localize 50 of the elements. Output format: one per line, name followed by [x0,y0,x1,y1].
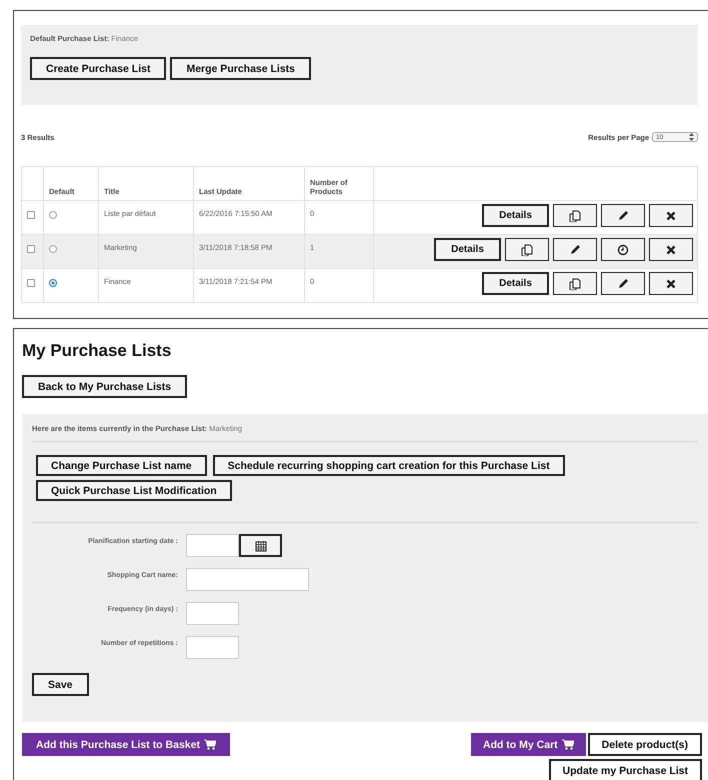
add-to-cart-button[interactable]: Add to My Cart [470,733,586,756]
row-checkbox[interactable] [27,279,35,287]
default-radio[interactable] [49,211,57,219]
input-field[interactable] [186,602,239,625]
close-icon [665,244,677,256]
default-radio[interactable] [49,245,57,253]
calendar-button[interactable] [239,534,282,557]
details-button[interactable]: Details [482,272,549,295]
close-icon [665,210,677,222]
row-checkbox[interactable] [27,211,35,219]
copy-button[interactable] [553,204,597,227]
pencil-icon [569,244,581,256]
copy-button[interactable] [553,272,597,295]
pencil-icon [617,278,629,290]
action-button[interactable]: Merge Purchase Lists [170,57,312,80]
updown-icon [689,133,694,141]
schedule-button[interactable] [601,238,645,261]
edit-button[interactable] [601,272,645,295]
action-button[interactable]: Schedule recurring shopping cart creation for this Purchase List [212,455,565,476]
copy-icon [569,210,581,222]
edit-button[interactable] [553,238,597,261]
cart-icon [562,739,574,750]
input-field[interactable] [186,534,239,557]
details-button[interactable]: Details [482,204,549,227]
action-button[interactable]: Update my Purchase List [548,759,702,780]
pencil-icon [617,210,629,222]
edit-button[interactable] [601,204,645,227]
close-icon [665,278,677,290]
delete-button[interactable] [649,238,693,261]
action-button[interactable]: Change Purchase List name [36,455,207,476]
details-button[interactable]: Details [434,238,501,261]
save-button[interactable]: Save [32,673,89,696]
calendar-icon [254,540,266,552]
input-field[interactable] [186,636,239,659]
cart-icon [204,739,216,750]
action-button[interactable]: Create Purchase List [30,57,166,80]
action-button[interactable]: Quick Purchase List Modification [36,480,232,501]
clock-icon [617,244,629,256]
back-button[interactable]: Back to My Purchase Lists [22,375,188,398]
page-title: My Purchase Lists [22,341,172,361]
row-checkbox[interactable] [27,245,35,253]
delete-button[interactable] [649,272,693,295]
copy-button[interactable] [505,238,549,261]
copy-icon [569,278,581,290]
add-to-cart-button[interactable]: Add this Purchase List to Basket [22,733,230,756]
delete-button[interactable] [649,204,693,227]
action-button[interactable]: Delete product(s) [588,733,702,756]
default-radio[interactable] [49,279,57,287]
copy-icon [521,244,533,256]
input-field[interactable] [186,568,309,591]
